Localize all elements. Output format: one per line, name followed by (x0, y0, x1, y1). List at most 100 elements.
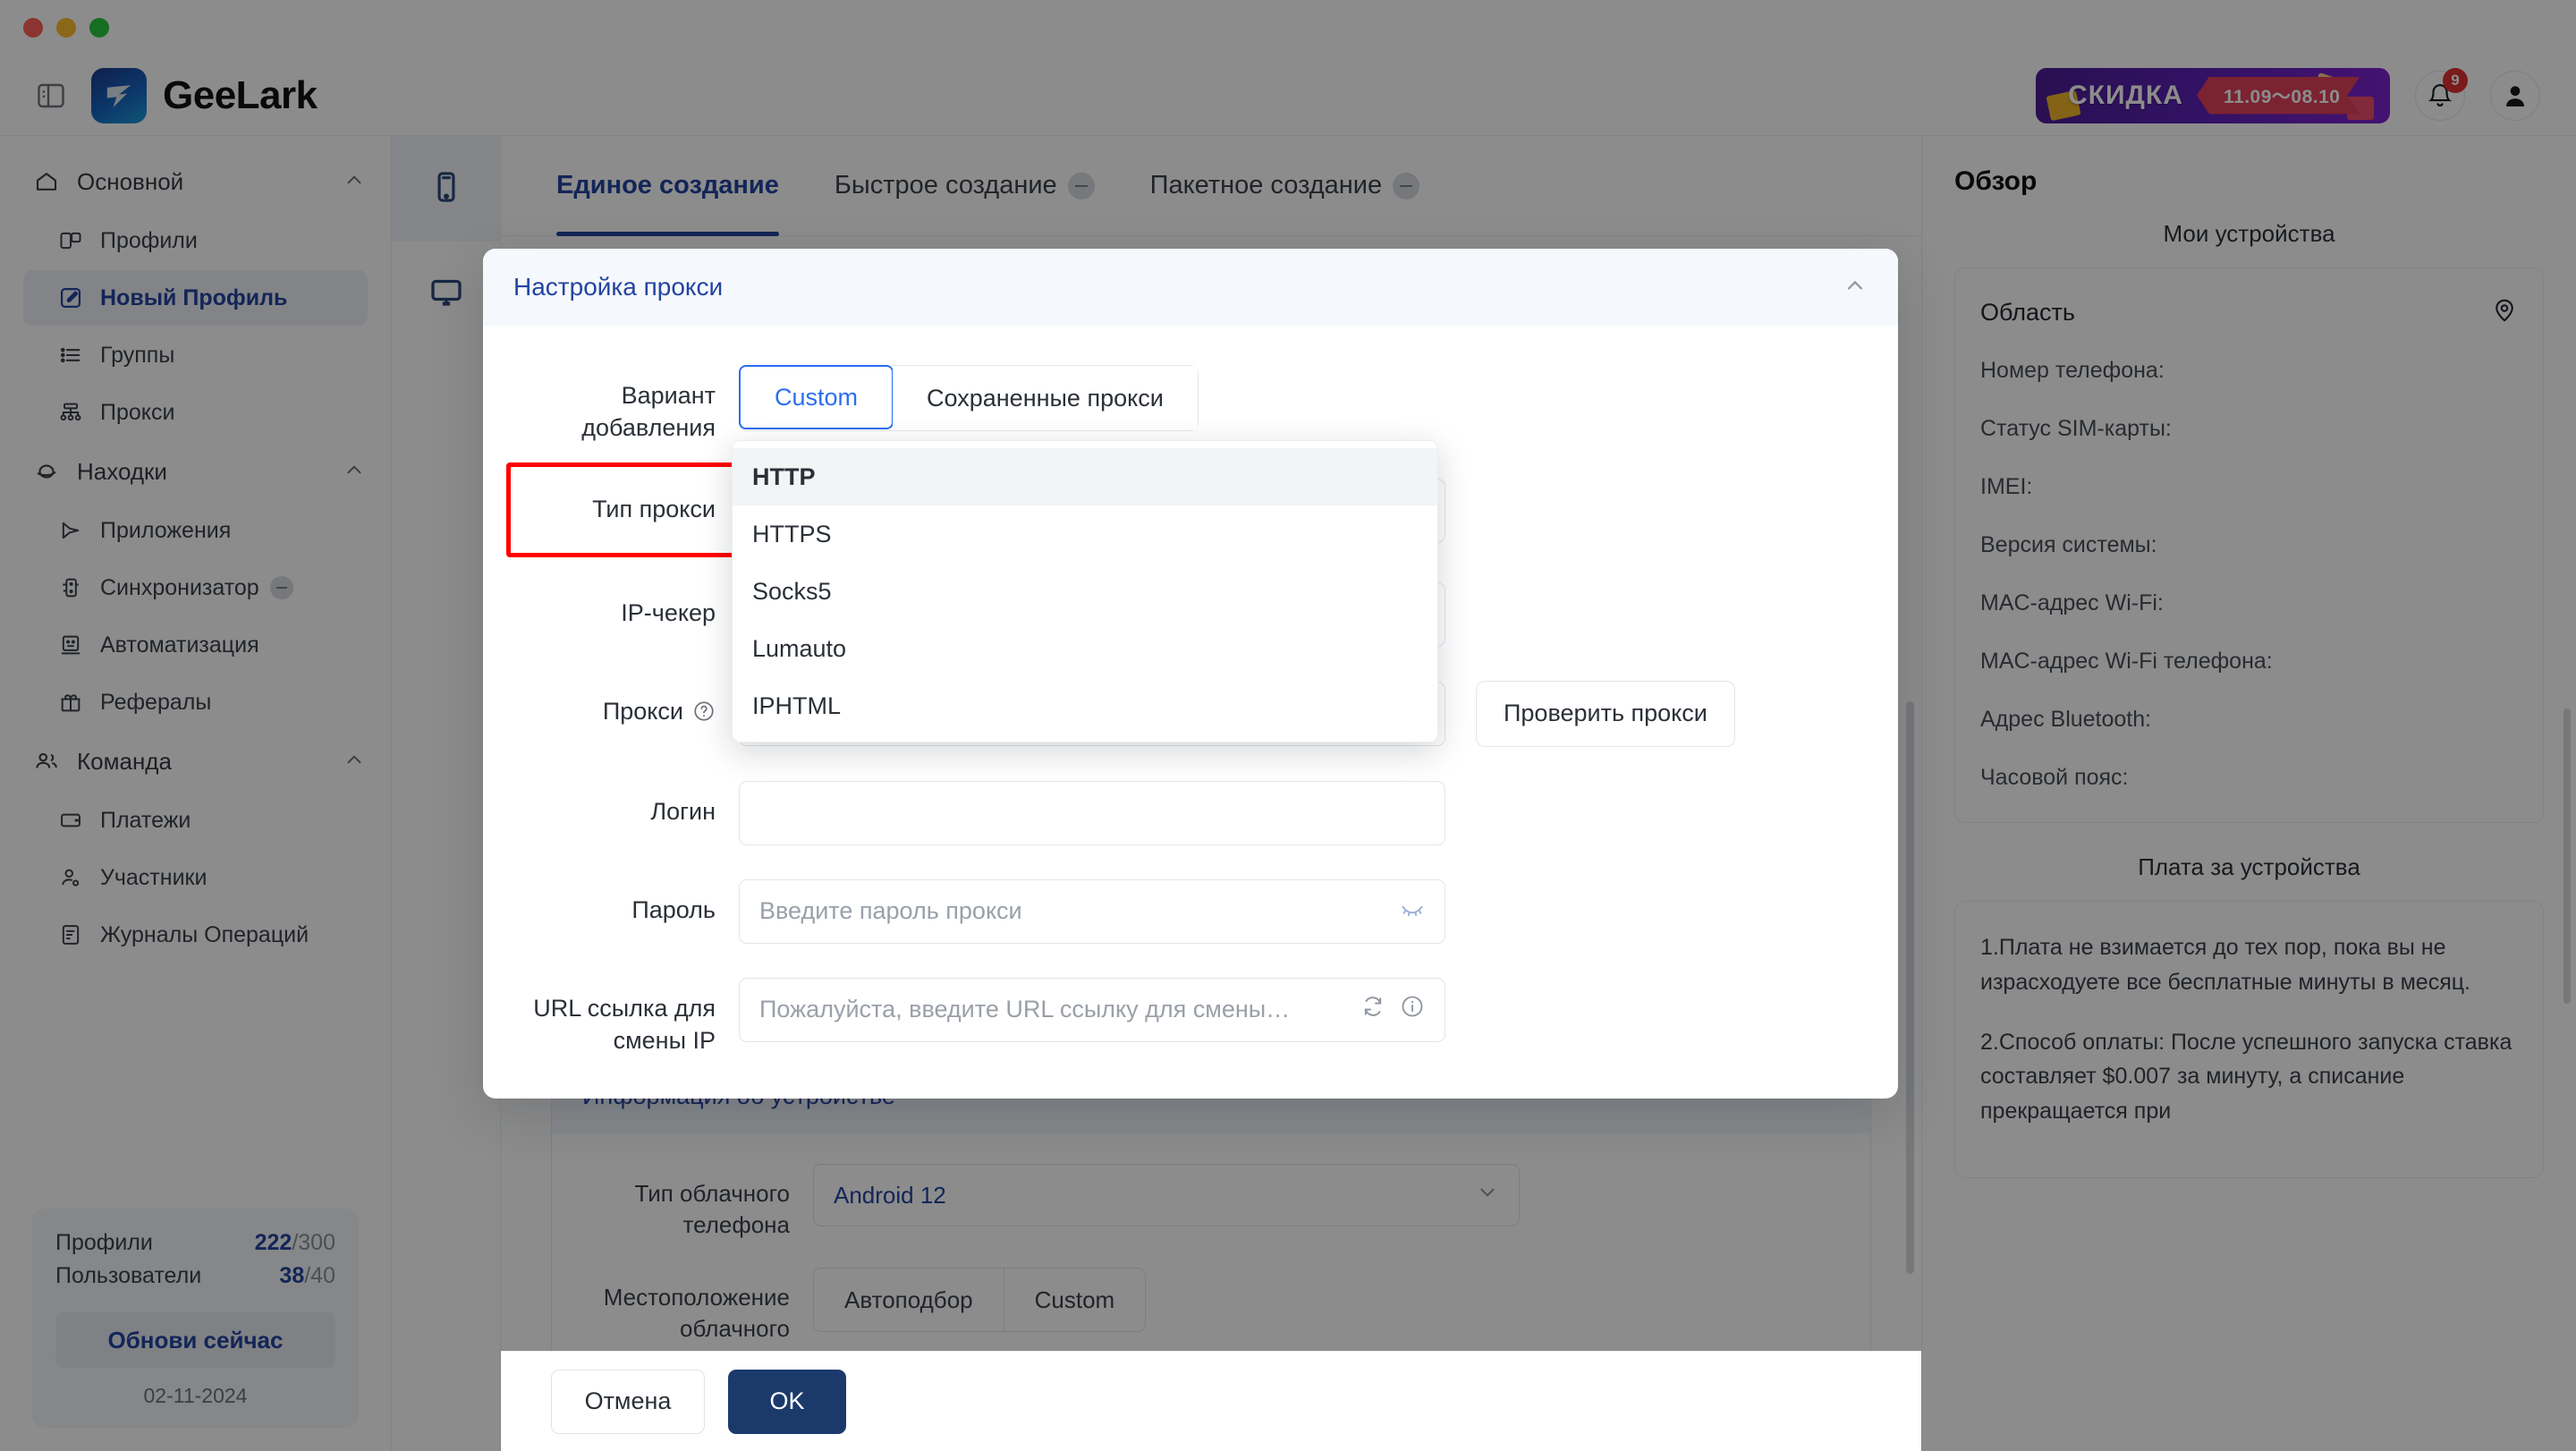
panel-toggle-icon[interactable] (32, 77, 70, 115)
check-proxy-button[interactable]: Проверить прокси (1476, 680, 1735, 747)
overview-scrollbar[interactable] (2563, 709, 2571, 1004)
tab-quick-creation[interactable]: Быстрое создание (835, 136, 1095, 236)
sidebar-item-members[interactable]: Участники (23, 850, 368, 905)
logs-icon (54, 922, 88, 947)
eye-off-icon[interactable] (1400, 895, 1425, 927)
cloud-phone-type-row: Тип облачного телефона Android 12 (582, 1164, 1840, 1241)
cloud-location-option-auto[interactable]: Автоподбор (814, 1269, 1004, 1332)
billing-item-2: 2.Способ оплаты: После успешного запуска… (1980, 1029, 2512, 1124)
password-input[interactable]: Введите пароль прокси (739, 878, 1445, 944)
add-variant-option-saved[interactable]: Сохраненные прокси (893, 366, 1198, 430)
sidebar-item-profiles[interactable]: Профили (23, 213, 368, 268)
brand-logo: GeeLark (91, 67, 318, 123)
promo-dates: 11.09～08.10 (2224, 86, 2341, 107)
add-variant-option-custom[interactable]: Custom (739, 365, 894, 429)
tab-single-creation[interactable]: Единое создание (556, 136, 779, 236)
cloud-location-label: Местоположение облачного (603, 1284, 790, 1343)
cloud-phone-type-select[interactable]: Android 12 (813, 1164, 1520, 1226)
sidebar-group-label: Основной (77, 167, 184, 195)
billing-card: 1.Плата не взимается до тех пор, пока вы… (1954, 901, 2544, 1178)
maximize-window-button[interactable] (89, 18, 109, 38)
refresh-icon[interactable] (1360, 994, 1385, 1025)
sidebar-item-tag-icon (269, 576, 293, 599)
ip-change-url-placeholder: Пожалуйста, введите URL ссылку для смены… (759, 996, 1296, 1023)
close-window-button[interactable] (23, 18, 43, 38)
user-avatar-button[interactable] (2490, 70, 2540, 121)
proxy-type-option-iphtml[interactable]: IPHTML (733, 677, 1437, 734)
ip-change-url-suffix (1360, 994, 1425, 1025)
proxy-type-option-lumauto[interactable]: Lumauto (733, 620, 1437, 677)
header-actions: СКИДКА 11.09～08.10 9 (2036, 67, 2540, 123)
proxy-icon (54, 400, 88, 425)
sidebar-item-referrals[interactable]: Рефералы (23, 675, 368, 730)
tab-label: Единое создание (556, 171, 779, 199)
ip-change-url-control: Пожалуйста, введите URL ссылку для смены… (739, 977, 1868, 1042)
sidebar-item-apps[interactable]: Приложения (23, 503, 368, 558)
sidebar-item-logs[interactable]: Журналы Операций (23, 907, 368, 963)
stat-row-profiles: Профили 222/300 (55, 1230, 335, 1256)
proxy-type-option-https[interactable]: HTTPS (733, 505, 1437, 563)
proxy-label-text: Прокси (602, 697, 683, 725)
password-suffix (1400, 895, 1425, 927)
geelark-mark-icon (91, 67, 147, 123)
sidebar-item-sync[interactable]: Синхронизатор (23, 560, 368, 615)
payments-icon (54, 808, 88, 833)
sidebar-item-automation[interactable]: Автоматизация (23, 617, 368, 673)
new-profile-icon (54, 285, 88, 310)
phone-icon (429, 170, 463, 208)
sidebar-item-new-profile[interactable]: Новый Профиль (23, 270, 368, 326)
overview-panel: Обзор Мои устройства Область Номер телеф… (1921, 136, 2576, 1451)
cancel-button[interactable]: Отмена (551, 1369, 705, 1434)
sidebar-item-groups[interactable]: Группы (23, 327, 368, 383)
field-system-version: Версия системы: (1980, 532, 2157, 557)
window-traffic-lights (23, 18, 109, 38)
chevron-up-icon (343, 168, 366, 196)
promo-banner[interactable]: СКИДКА 11.09～08.10 (2036, 67, 2390, 123)
discover-icon (29, 458, 64, 485)
stat-label: Профили (55, 1230, 153, 1255)
ip-checker-label: IP-чекер (621, 598, 716, 626)
promo-ribbon: 11.09～08.10 (2197, 77, 2360, 115)
app-header: GeeLark СКИДКА 11.09～08.10 9 (0, 55, 2576, 136)
cloud-phone-type-value: Android 12 (834, 1181, 946, 1209)
tab-label: Пакетное создание (1149, 171, 1383, 199)
proxy-type-option-socks5[interactable]: Socks5 (733, 563, 1437, 620)
sidebar-item-proxy[interactable]: Прокси (23, 385, 368, 440)
tab-label: Быстрое создание (834, 171, 1057, 199)
tab-tag-icon (1067, 172, 1095, 199)
chevron-up-icon[interactable] (1843, 273, 1868, 302)
login-input[interactable] (739, 780, 1445, 845)
promo-title: СКИДКА (2068, 80, 2183, 110)
sidebar-group-osnovnoy[interactable]: Основной (0, 152, 391, 211)
cloud-phone-type-label: Тип облачного телефона (634, 1180, 790, 1239)
sidebar-item-label: Новый Профиль (100, 284, 288, 310)
upgrade-now-button[interactable]: Обнови сейчас (55, 1312, 335, 1368)
proxy-type-option-http[interactable]: HTTP (733, 448, 1437, 505)
notifications-button[interactable]: 9 (2415, 67, 2468, 121)
sidebar-item-label: Синхронизатор (100, 574, 259, 600)
creation-tabs: Единое создание Быстрое создание Пакетно… (501, 136, 1921, 236)
cloud-location-control: Автоподбор Custom (813, 1268, 1840, 1333)
ip-change-url-label: URL ссылка для смены IP (533, 994, 716, 1055)
location-pin-icon[interactable] (2491, 297, 2518, 328)
cloud-location-option-custom[interactable]: Custom (1004, 1269, 1146, 1332)
info-circle-icon[interactable] (1400, 994, 1425, 1025)
ok-button[interactable]: OK (728, 1369, 846, 1434)
help-circle-icon[interactable] (692, 699, 716, 731)
sidebar-item-label: Журналы Операций (100, 921, 309, 947)
proxy-type-label: Тип прокси (592, 495, 716, 522)
sidebar-nav: Основной Профили Новый Профиль Группы Пр… (0, 136, 391, 1209)
home-icon (29, 168, 64, 195)
profiles-icon (54, 228, 88, 253)
team-icon (29, 748, 64, 775)
main-scrollbar[interactable] (1906, 701, 1914, 1274)
chevron-up-icon (343, 458, 366, 486)
login-label: Логин (650, 797, 716, 825)
ip-change-url-input[interactable]: Пожалуйста, введите URL ссылку для смены… (739, 977, 1445, 1042)
tab-batch-creation[interactable]: Пакетное создание (1149, 136, 1420, 236)
minimize-window-button[interactable] (56, 18, 76, 38)
sidebar-group-nahodki[interactable]: Находки (0, 442, 391, 501)
sidebar-group-komanda[interactable]: Команда (0, 732, 391, 791)
rail-item-phone[interactable] (392, 136, 500, 242)
sidebar-item-payments[interactable]: Платежи (23, 793, 368, 848)
